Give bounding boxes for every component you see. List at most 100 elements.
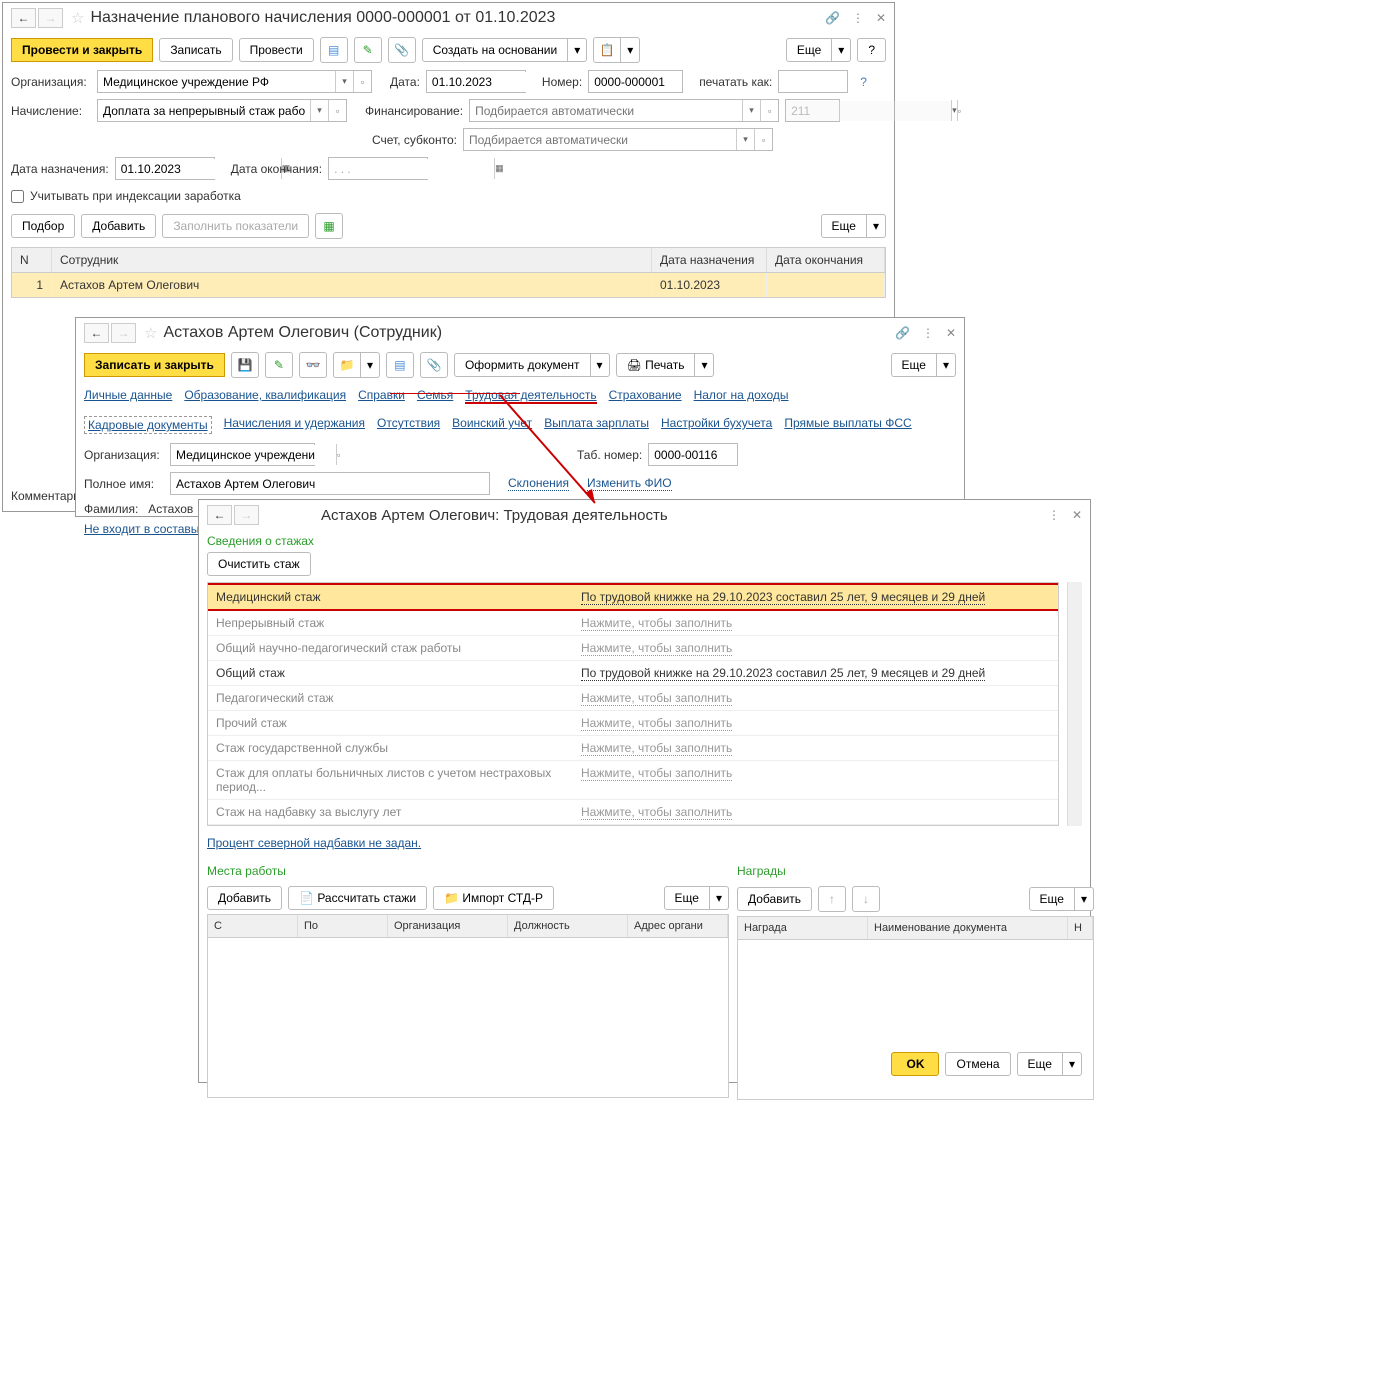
- open-icon[interactable]: ▫: [754, 129, 772, 150]
- calc-stazh-button[interactable]: 📄 Рассчитать стажи: [288, 886, 427, 910]
- more-table-dd[interactable]: ▾: [867, 214, 886, 238]
- not-member-link[interactable]: Не входит в составы гр: [84, 522, 214, 536]
- list-icon[interactable]: ▤: [386, 352, 414, 378]
- open-icon[interactable]: ▫: [760, 100, 778, 121]
- star-icon[interactable]: ☆: [71, 9, 84, 27]
- num-input[interactable]: [588, 70, 683, 93]
- nav-link-начисления-и-удержания[interactable]: Начисления и удержания: [224, 416, 365, 434]
- open-icon[interactable]: ▫: [328, 100, 346, 121]
- nav-link-кадровые-документы[interactable]: Кадровые документы: [84, 416, 212, 434]
- clear-stazh-button[interactable]: Очистить стаж: [207, 552, 311, 576]
- chevron-down-icon[interactable]: ▾: [310, 100, 328, 121]
- stazh-row[interactable]: Стаж для оплаты больничных листов с учет…: [208, 761, 1058, 800]
- stazh-row[interactable]: Медицинский стажПо трудовой книжке на 29…: [208, 583, 1058, 611]
- glasses-icon[interactable]: 👓: [299, 352, 327, 378]
- table-row[interactable]: 1 Астахов Артем Олегович 01.10.2023: [12, 273, 885, 297]
- org-input[interactable]: ▾ ▫: [97, 70, 372, 93]
- nav-link-воинский-учет[interactable]: Воинский учет: [452, 416, 532, 434]
- calendar-icon[interactable]: ▦: [494, 158, 504, 179]
- post-button[interactable]: Провести: [239, 38, 314, 62]
- add-button[interactable]: Добавить: [81, 214, 156, 238]
- menu-icon[interactable]: ⋮: [1048, 508, 1060, 522]
- nav-link-трудовая-деятельность[interactable]: Трудовая деятельность: [465, 388, 596, 404]
- account-input[interactable]: ▾ ▫: [463, 128, 773, 151]
- nav-forward-button[interactable]: →: [234, 505, 259, 525]
- more-awards-button[interactable]: Еще: [1029, 887, 1075, 911]
- save-button[interactable]: Записать: [159, 38, 232, 62]
- create-doc-button[interactable]: Оформить документ: [454, 353, 591, 377]
- chevron-down-icon[interactable]: ▾: [742, 100, 760, 121]
- nav-link-справки[interactable]: Справки: [358, 388, 405, 404]
- folder-icon[interactable]: 📁: [333, 352, 361, 378]
- cancel-button[interactable]: Отмена: [945, 1052, 1010, 1076]
- date-input[interactable]: ▦: [426, 70, 526, 93]
- stazh-row[interactable]: Общий стажПо трудовой книжке на 29.10.20…: [208, 661, 1058, 686]
- tabnum-input[interactable]: [648, 443, 738, 466]
- chevron-down-icon[interactable]: ▾: [335, 71, 353, 92]
- save-close-button[interactable]: Записать и закрыть: [84, 353, 225, 377]
- nav-link-страхование[interactable]: Страхование: [609, 388, 682, 404]
- stazh-row[interactable]: Общий научно-педагогический стаж работыН…: [208, 636, 1058, 661]
- menu-icon[interactable]: ⋮: [922, 326, 934, 340]
- stazh-value[interactable]: Нажмите, чтобы заполнить: [581, 716, 732, 731]
- create-based-dd[interactable]: ▾: [568, 38, 587, 62]
- nav-forward-button[interactable]: →: [111, 323, 136, 343]
- close-icon[interactable]: ✕: [876, 11, 886, 25]
- up-icon[interactable]: ↑: [818, 886, 846, 912]
- fill-button[interactable]: Заполнить показатели: [162, 214, 309, 238]
- stazh-value[interactable]: Нажмите, чтобы заполнить: [581, 616, 732, 631]
- north-percent-link[interactable]: Процент северной надбавки не задан.: [207, 836, 421, 850]
- help-button[interactable]: ?: [857, 38, 886, 62]
- stazh-value[interactable]: Нажмите, чтобы заполнить: [581, 766, 732, 781]
- copy-dd[interactable]: ▾: [621, 37, 640, 63]
- assign-date-input[interactable]: ▦: [115, 157, 215, 180]
- stazh-row[interactable]: Стаж на надбавку за выслугу летНажмите, …: [208, 800, 1058, 825]
- clip-icon[interactable]: 📎: [388, 37, 416, 63]
- pencil-icon[interactable]: ✎: [265, 352, 293, 378]
- stazh-value[interactable]: Нажмите, чтобы заполнить: [581, 691, 732, 706]
- end-date-input[interactable]: ▦: [328, 157, 428, 180]
- nav-link-настройки-бухучета[interactable]: Настройки бухучета: [661, 416, 772, 434]
- org-input[interactable]: ▫: [170, 443, 315, 466]
- add-award-button[interactable]: Добавить: [737, 887, 812, 911]
- stazh-value[interactable]: Нажмите, чтобы заполнить: [581, 805, 732, 820]
- chevron-down-icon[interactable]: ▾: [736, 129, 754, 150]
- nav-forward-button[interactable]: →: [38, 8, 63, 28]
- scrollbar[interactable]: [1067, 582, 1082, 826]
- post-close-button[interactable]: Провести и закрыть: [11, 38, 153, 62]
- more-footer-button[interactable]: Еще: [1017, 1052, 1063, 1076]
- awards-grid[interactable]: [737, 940, 1094, 1100]
- nav-link-семья[interactable]: Семья: [417, 388, 453, 404]
- fullname-input[interactable]: [170, 472, 490, 495]
- print-as-input[interactable]: [778, 70, 848, 93]
- nav-back-button[interactable]: ←: [84, 323, 109, 343]
- code-211-input[interactable]: ▾ ▫: [785, 99, 840, 122]
- star-icon[interactable]: ☆: [144, 324, 157, 342]
- more-button[interactable]: Еще: [786, 38, 832, 62]
- list-icon[interactable]: ▤: [320, 37, 348, 63]
- more-table-button[interactable]: Еще: [821, 214, 867, 238]
- import-button[interactable]: 📁 Импорт СТД-Р: [433, 886, 554, 910]
- nav-link-отсутствия[interactable]: Отсутствия: [377, 416, 440, 434]
- more-dd[interactable]: ▾: [832, 38, 851, 62]
- grid-icon[interactable]: ▦: [315, 213, 343, 239]
- nav-back-button[interactable]: ←: [207, 505, 232, 525]
- stazh-row[interactable]: Стаж государственной службыНажмите, чтоб…: [208, 736, 1058, 761]
- index-checkbox[interactable]: [11, 190, 24, 203]
- help-icon[interactable]: ?: [860, 75, 867, 89]
- save-icon[interactable]: 💾: [231, 352, 259, 378]
- close-icon[interactable]: ✕: [1072, 508, 1082, 522]
- link-icon[interactable]: 🔗: [825, 11, 840, 25]
- more-button[interactable]: Еще: [891, 353, 937, 377]
- select-button[interactable]: Подбор: [11, 214, 75, 238]
- declensions-link[interactable]: Склонения: [508, 476, 569, 491]
- link-icon[interactable]: 🔗: [895, 326, 910, 340]
- add-place-button[interactable]: Добавить: [207, 886, 282, 910]
- nav-link-образование-квалификация[interactable]: Образование, квалификация: [184, 388, 346, 404]
- down-icon[interactable]: ↓: [852, 886, 880, 912]
- ok-button[interactable]: OK: [891, 1052, 939, 1076]
- copy-icon[interactable]: 📋: [593, 37, 621, 63]
- open-icon[interactable]: ▫: [957, 100, 961, 121]
- stazh-value[interactable]: Нажмите, чтобы заполнить: [581, 741, 732, 756]
- open-icon[interactable]: ▫: [353, 71, 371, 92]
